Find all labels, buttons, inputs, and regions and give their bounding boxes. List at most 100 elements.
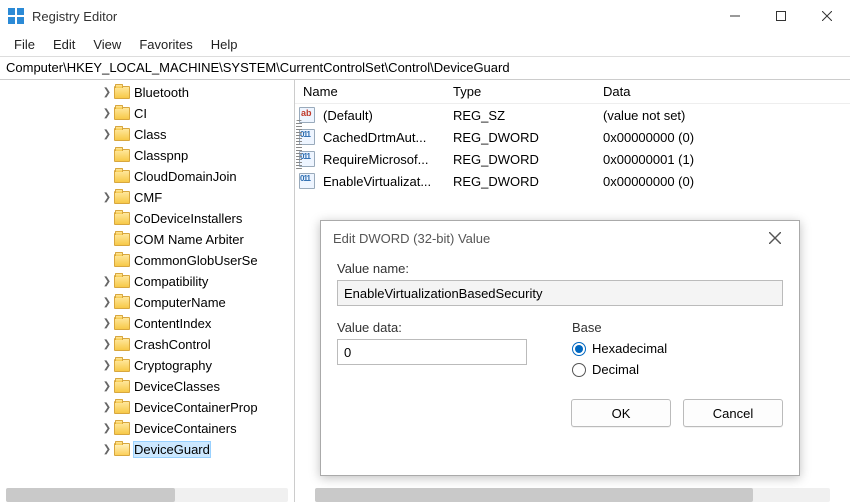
window-controls: [712, 0, 850, 32]
dialog-titlebar: Edit DWORD (32-bit) Value: [321, 221, 799, 255]
tree-item[interactable]: ❯CMF: [0, 187, 294, 208]
tree-item[interactable]: CloudDomainJoin: [0, 166, 294, 187]
dialog-close-button[interactable]: [763, 226, 787, 250]
tree-item-label: ContentIndex: [134, 316, 211, 331]
radio-hexadecimal[interactable]: Hexadecimal: [572, 341, 783, 356]
expand-toggle-icon[interactable]: ❯: [100, 108, 114, 119]
menu-bar: File Edit View Favorites Help: [0, 32, 850, 56]
tree-item-label: Bluetooth: [134, 85, 189, 100]
expand-toggle-icon[interactable]: ❯: [100, 87, 114, 98]
tree-item[interactable]: ❯ DeviceContainers: [0, 418, 294, 439]
base-label: Base: [572, 320, 783, 335]
tree-item-label: DeviceContainerProp: [134, 400, 258, 415]
dword-value-icon: [299, 173, 315, 189]
expand-toggle-icon[interactable]: ❯: [100, 339, 114, 350]
tree-item-label: Cryptography: [134, 358, 212, 373]
value-row[interactable]: CachedDrtmAut...REG_DWORD0x00000000 (0): [295, 126, 850, 148]
folder-icon: [114, 191, 130, 204]
value-name: (Default): [315, 108, 445, 123]
folder-icon: [114, 128, 130, 141]
expand-toggle-icon[interactable]: ❯: [100, 276, 114, 287]
value-data: 0x00000000 (0): [595, 130, 850, 145]
tree-pane: ❯ Bluetooth ❯ CI ❯ Class ClasspnpCloudDomainJo…: [0, 80, 295, 502]
tree-item[interactable]: ❯DeviceGuard: [0, 439, 294, 460]
value-data: (value not set): [595, 108, 850, 123]
radio-dec-icon: [572, 363, 586, 377]
column-data[interactable]: Data: [595, 84, 850, 99]
expand-toggle-icon[interactable]: ❯: [100, 297, 114, 308]
menu-view[interactable]: View: [85, 35, 129, 54]
menu-file[interactable]: File: [6, 35, 43, 54]
tree-item[interactable]: ❯CrashControl: [0, 334, 294, 355]
address-bar[interactable]: Computer\HKEY_LOCAL_MACHINE\SYSTEM\Curre…: [0, 56, 850, 80]
column-name[interactable]: Name: [295, 84, 445, 99]
tree-item[interactable]: ❯ Bluetooth: [0, 82, 294, 103]
expand-toggle-icon[interactable]: ❯: [100, 381, 114, 392]
folder-icon: [114, 401, 130, 414]
tree-item-label: ComputerName: [134, 295, 226, 310]
value-row[interactable]: EnableVirtualizat...REG_DWORD0x00000000 …: [295, 170, 850, 192]
folder-icon: [114, 422, 130, 435]
value-name-label: Value name:: [337, 261, 783, 276]
value-horizontal-scrollbar[interactable]: [315, 488, 830, 502]
tree-item[interactable]: Classpnp: [0, 145, 294, 166]
radio-hex-label: Hexadecimal: [592, 341, 667, 356]
close-button[interactable]: [804, 0, 850, 32]
tree-item-label: COM Name Arbiter: [134, 232, 244, 247]
tree-item-label: CoDeviceInstallers: [134, 211, 242, 226]
tree-horizontal-scrollbar[interactable]: [6, 488, 288, 502]
tree-item[interactable]: CommonGlobUserSe: [0, 250, 294, 271]
folder-icon: [114, 275, 130, 288]
ok-button[interactable]: OK: [571, 399, 671, 427]
expand-toggle-icon[interactable]: ❯: [100, 423, 114, 434]
expand-toggle-icon[interactable]: ❯: [100, 402, 114, 413]
column-type[interactable]: Type: [445, 84, 595, 99]
folder-icon: [114, 359, 130, 372]
folder-icon: [114, 380, 130, 393]
expand-toggle-icon[interactable]: ❯: [100, 444, 114, 455]
cancel-button[interactable]: Cancel: [683, 399, 783, 427]
tree-item[interactable]: COM Name Arbiter: [0, 229, 294, 250]
tree-item-label: Compatibility: [134, 274, 208, 289]
folder-icon: [114, 443, 130, 456]
radio-decimal[interactable]: Decimal: [572, 362, 783, 377]
tree-item[interactable]: ❯ Cryptography: [0, 355, 294, 376]
tree-item[interactable]: ❯ DeviceClasses: [0, 376, 294, 397]
minimize-button[interactable]: [712, 0, 758, 32]
tree-item-label: Class: [134, 127, 167, 142]
splitter-grip[interactable]: [296, 120, 302, 170]
menu-edit[interactable]: Edit: [45, 35, 83, 54]
tree-item-label: CI: [134, 106, 147, 121]
tree-item[interactable]: CoDeviceInstallers: [0, 208, 294, 229]
value-data-input[interactable]: [337, 339, 527, 365]
radio-hex-icon: [572, 342, 586, 356]
tree-item-label: DeviceContainers: [134, 421, 237, 436]
tree-item[interactable]: ❯ ContentIndex: [0, 313, 294, 334]
value-data: 0x00000001 (1): [595, 152, 850, 167]
value-row[interactable]: RequireMicrosof...REG_DWORD0x00000001 (1…: [295, 148, 850, 170]
tree-item[interactable]: ❯ Compatibility: [0, 271, 294, 292]
tree-item[interactable]: ❯ Class: [0, 124, 294, 145]
value-name-input[interactable]: [337, 280, 783, 306]
value-row[interactable]: (Default)REG_SZ(value not set): [295, 104, 850, 126]
tree-item[interactable]: ❯ ComputerName: [0, 292, 294, 313]
folder-icon: [114, 254, 130, 267]
value-name: CachedDrtmAut...: [315, 130, 445, 145]
folder-icon: [114, 86, 130, 99]
value-name: RequireMicrosof...: [315, 152, 445, 167]
folder-icon: [114, 170, 130, 183]
expand-toggle-icon[interactable]: ❯: [100, 129, 114, 140]
maximize-button[interactable]: [758, 0, 804, 32]
tree-item-label: DeviceClasses: [134, 379, 220, 394]
tree-item-label: CommonGlobUserSe: [134, 253, 258, 268]
menu-help[interactable]: Help: [203, 35, 246, 54]
folder-icon: [114, 212, 130, 225]
window-title: Registry Editor: [32, 9, 712, 24]
expand-toggle-icon[interactable]: ❯: [100, 360, 114, 371]
tree-item[interactable]: ❯ CI: [0, 103, 294, 124]
expand-toggle-icon[interactable]: ❯: [100, 192, 114, 203]
menu-favorites[interactable]: Favorites: [131, 35, 200, 54]
tree-item[interactable]: ❯ DeviceContainerProp: [0, 397, 294, 418]
expand-toggle-icon[interactable]: ❯: [100, 318, 114, 329]
value-type: REG_DWORD: [445, 152, 595, 167]
